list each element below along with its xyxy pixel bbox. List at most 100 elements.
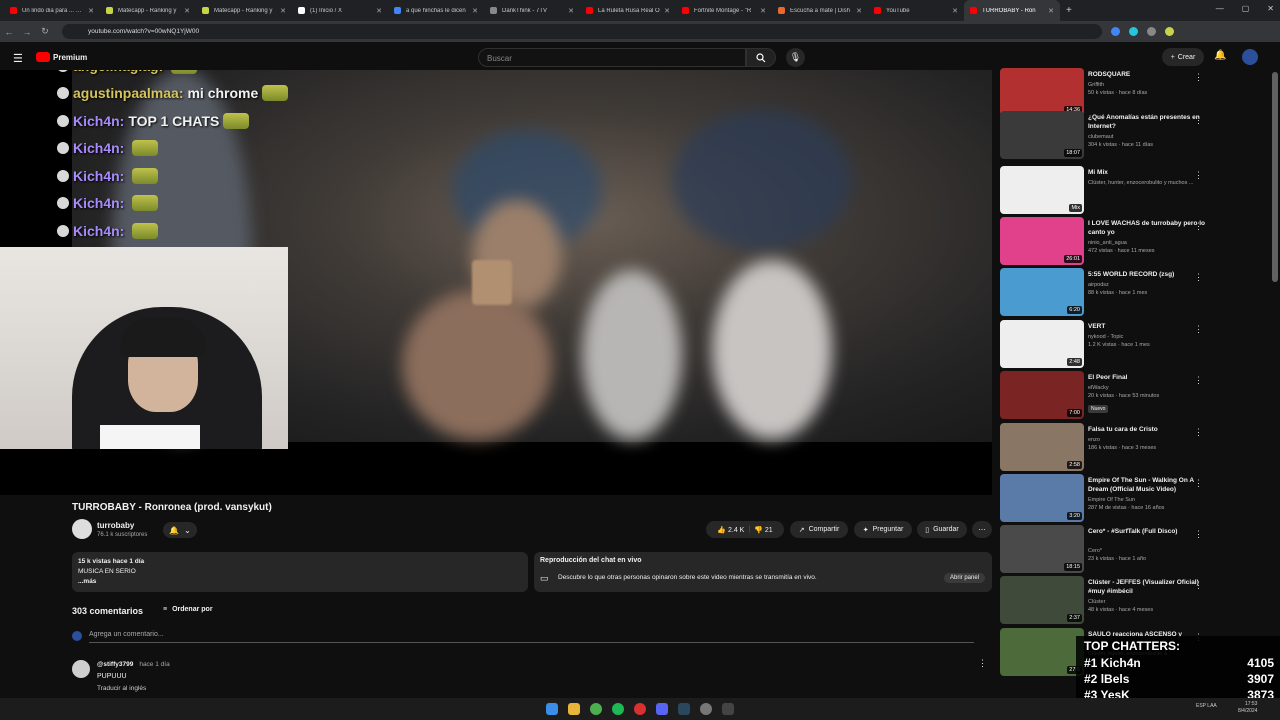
video-thumbnail[interactable]: 26:01	[1000, 217, 1084, 265]
more-options-icon[interactable]: ⋮	[1194, 529, 1203, 540]
video-thumbnail[interactable]: 7:00	[1000, 371, 1084, 419]
show-more-link[interactable]: ...más	[78, 577, 522, 587]
tab-close-icon[interactable]: ✕	[760, 7, 766, 15]
video-thumbnail[interactable]: 2:58	[1000, 423, 1084, 471]
forward-icon[interactable]: →	[18, 27, 36, 37]
obs-icon[interactable]	[634, 703, 646, 715]
more-options-icon[interactable]: ⋮	[1194, 221, 1203, 232]
browser-tab[interactable]: Fortnite Montage - "R ✕	[676, 0, 772, 21]
minimize-icon[interactable]: —	[1216, 4, 1224, 13]
account-avatar[interactable]	[1242, 49, 1258, 65]
tab-close-icon[interactable]: ✕	[472, 7, 478, 15]
app-icon[interactable]	[722, 703, 734, 715]
commenter-avatar[interactable]	[72, 660, 90, 678]
more-options-icon[interactable]: ⋮	[1194, 478, 1203, 489]
description-box[interactable]: 15 k vistas hace 1 día MUSICA EN SERIO .…	[72, 552, 528, 592]
browser-tab[interactable]: La Ruleta Rusa Real O ✕	[580, 0, 676, 21]
share-button[interactable]: ↗ Compartir	[790, 521, 848, 538]
back-icon[interactable]: ←	[0, 27, 18, 37]
dislike-button[interactable]: 👎 21	[754, 526, 772, 534]
more-options-icon[interactable]: ⋮	[1194, 324, 1203, 335]
more-options-icon[interactable]: ⋮	[1194, 580, 1203, 591]
start-menu-icon[interactable]	[546, 703, 558, 715]
comment-author[interactable]: @stiffy3799	[97, 661, 133, 668]
discord-icon[interactable]	[656, 703, 668, 715]
video-thumbnail[interactable]: 2:48	[1000, 320, 1084, 368]
youtube-logo-icon[interactable]	[36, 52, 50, 62]
sort-comments-button[interactable]: ≡ Ordenar por	[163, 606, 213, 613]
comment-more-icon[interactable]: ⋮	[978, 658, 987, 669]
more-options-icon[interactable]: ⋮	[1194, 375, 1203, 386]
clock[interactable]: 17:53 8/4/2024	[1238, 701, 1257, 715]
spotify-icon[interactable]	[612, 703, 624, 715]
subscription-bell-button[interactable]: 🔔 ⌄	[163, 522, 197, 538]
browser-tab[interactable]: TURROBABY - Ron ✕	[964, 0, 1060, 21]
settings-icon[interactable]	[700, 703, 712, 715]
video-thumbnail[interactable]: 18:15	[1000, 525, 1084, 573]
video-thumbnail[interactable]: 2:37	[1000, 576, 1084, 624]
more-options-icon[interactable]: ⋮	[1194, 72, 1203, 83]
tab-close-icon[interactable]: ✕	[184, 7, 190, 15]
browser-tab[interactable]: Escucha a mate | Dish ✕	[772, 0, 868, 21]
video-thumbnail[interactable]: Mix	[1000, 166, 1084, 214]
recommended-video[interactable]: 2:48 VERT nykood - Topic 1.2 K vistas · hac…	[1000, 320, 1260, 368]
browser-tab[interactable]: Matecapp - Ranking y ✕	[196, 0, 292, 21]
video-thumbnail[interactable]: 6:20	[1000, 268, 1084, 316]
more-options-icon[interactable]: ⋮	[1194, 272, 1203, 283]
reload-icon[interactable]: ↻	[36, 26, 54, 37]
recommended-video[interactable]: 2:58 Falsa tu cara de Cristo enzo 186 k vis…	[1000, 423, 1260, 471]
save-button[interactable]: ▯ Guardar	[917, 521, 967, 538]
maximize-icon[interactable]: ▢	[1242, 4, 1250, 13]
recommended-video[interactable]: 6:20 5:55 WORLD RECORD (zsg) airpodsz 88 k …	[1000, 268, 1260, 316]
tab-close-icon[interactable]: ✕	[280, 7, 286, 15]
tab-close-icon[interactable]: ✕	[1048, 7, 1054, 15]
tab-close-icon[interactable]: ✕	[376, 7, 382, 15]
open-panel-button[interactable]: Abrir panel	[944, 573, 986, 583]
more-options-icon[interactable]: ⋮	[1194, 115, 1203, 126]
extension-icon[interactable]	[1111, 27, 1120, 36]
chrome-icon[interactable]	[590, 703, 602, 715]
recommended-video[interactable]: 18:07 ¿Qué Anomalías están presentes en I…	[1000, 111, 1260, 159]
more-options-icon[interactable]: ⋮	[1194, 427, 1203, 438]
scrollbar[interactable]	[1272, 72, 1278, 282]
close-icon[interactable]: ✕	[1267, 4, 1274, 13]
browser-tab[interactable]: (1) Inicio / X ✕	[292, 0, 388, 21]
extension-icon[interactable]	[1147, 27, 1156, 36]
like-button[interactable]: 👍 2.4 K	[717, 526, 744, 534]
recommended-video[interactable]: 18:15 Cero* - #SurfTalk (Full Disco) Cero*…	[1000, 525, 1260, 573]
video-thumbnail[interactable]: 14:36	[1000, 68, 1084, 116]
tab-close-icon[interactable]: ✕	[856, 7, 862, 15]
tab-close-icon[interactable]: ✕	[88, 7, 94, 15]
language-indicator[interactable]: ESP LAA	[1196, 703, 1217, 709]
recommended-video[interactable]: 7:00 El Peor Final elWacky 20 k vistas · ha…	[1000, 371, 1260, 419]
steam-icon[interactable]	[678, 703, 690, 715]
video-thumbnail[interactable]: 3:20	[1000, 474, 1084, 522]
channel-avatar[interactable]	[72, 519, 92, 539]
video-thumbnail[interactable]: 18:07	[1000, 111, 1084, 159]
browser-tab[interactable]: YouTube ✕	[868, 0, 964, 21]
video-thumbnail[interactable]: 27:5	[1000, 628, 1084, 676]
recommended-video[interactable]: 26:01 I LOVE WACHAS de turrobaby pero lo …	[1000, 217, 1260, 265]
browser-tab[interactable]: Matecapp - Ranking y ✕	[100, 0, 196, 21]
recommended-video[interactable]: 2:37 Clúster - JEFFES (Visualizer Oficial…	[1000, 576, 1260, 624]
recommended-video[interactable]: 3:20 Empire Of The Sun - Walking On A Dre…	[1000, 474, 1260, 522]
search-input[interactable]: Buscar	[478, 48, 746, 67]
tab-close-icon[interactable]: ✕	[952, 7, 958, 15]
browser-tab[interactable]: Un lindo dia para ... ca en el laburo en…	[4, 0, 100, 21]
browser-tab[interactable]: a que hinchas le dicen ✕	[388, 0, 484, 21]
more-actions-button[interactable]: ⋯	[972, 521, 992, 538]
search-button[interactable]	[746, 48, 776, 67]
extension-icon[interactable]	[1129, 27, 1138, 36]
recommended-video[interactable]: 14:36 RODSQUARE Griffith 50 k vistas · hace…	[1000, 68, 1260, 116]
translate-link[interactable]: Traducir al inglés	[97, 685, 146, 692]
add-comment-input[interactable]: Agrega un comentario...	[89, 631, 974, 643]
mic-button[interactable]: 🎙	[786, 48, 805, 67]
recommended-video[interactable]: Mix Mi Mix Clúster, hunter, enzocerobulito…	[1000, 166, 1260, 214]
create-button[interactable]: + Crear	[1162, 48, 1204, 66]
more-options-icon[interactable]: ⋮	[1194, 170, 1203, 181]
tab-close-icon[interactable]: ✕	[664, 7, 670, 15]
url-field[interactable]: youtube.com/watch?v=00wNQ1YjW00	[62, 24, 1102, 39]
channel-name[interactable]: turrobaby	[97, 521, 134, 530]
file-explorer-icon[interactable]	[568, 703, 580, 715]
new-tab-button[interactable]: +	[1066, 5, 1072, 16]
